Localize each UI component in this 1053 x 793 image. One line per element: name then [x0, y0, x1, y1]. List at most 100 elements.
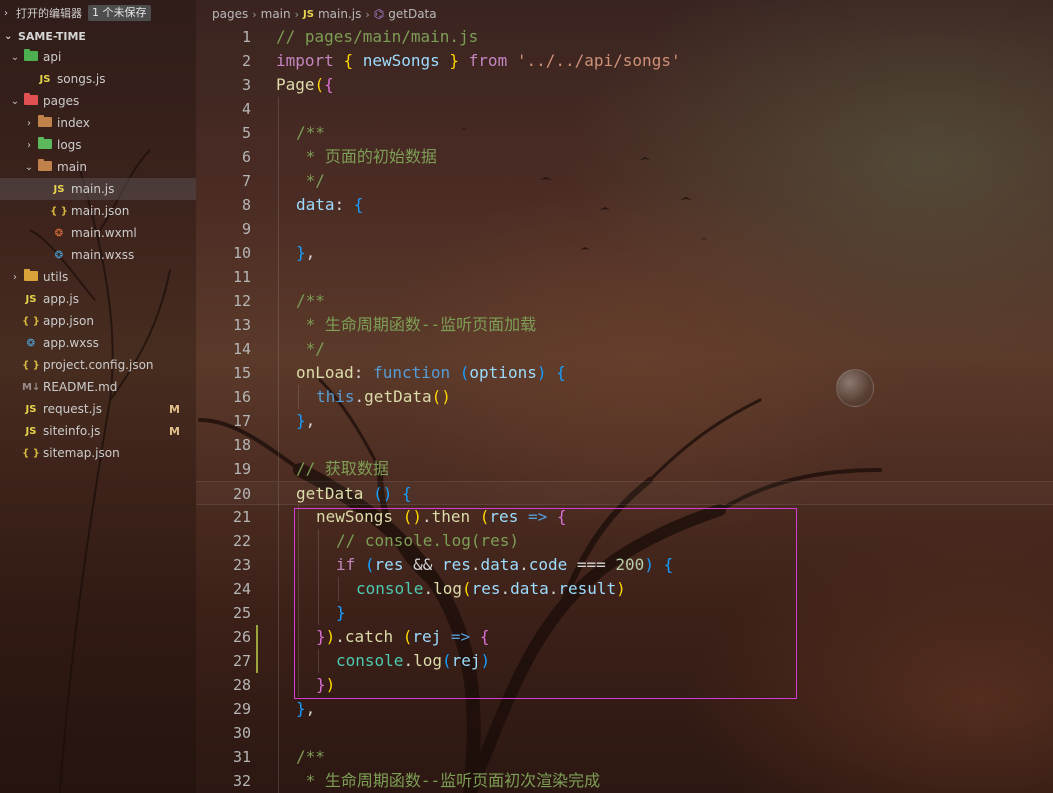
file-tree-item[interactable]: › utils	[0, 266, 196, 288]
chevron-right-icon: ›	[252, 7, 257, 21]
code-line[interactable]: 6 * 页面的初始数据	[196, 145, 1053, 169]
breadcrumb-item-pages[interactable]: pages	[212, 7, 248, 21]
code-token: ===	[567, 555, 616, 574]
code-line[interactable]: 21 newSongs ().then (res => {	[196, 505, 1053, 529]
code-token: .	[548, 579, 559, 598]
breadcrumb-item-file[interactable]: main.js	[318, 7, 361, 21]
code-token: }	[296, 699, 306, 718]
code-line[interactable]: 23 if (res && res.data.code === 200) {	[196, 553, 1053, 577]
indent-guide	[278, 97, 279, 121]
code-line[interactable]: 24 console.log(res.data.result)	[196, 577, 1053, 601]
line-number: 11	[232, 268, 251, 286]
file-tree-item[interactable]: ⌄ api	[0, 46, 196, 68]
code-line[interactable]: 5 /**	[196, 121, 1053, 145]
code-line[interactable]: 8 data: {	[196, 193, 1053, 217]
code-line[interactable]: 9	[196, 217, 1053, 241]
code-line[interactable]: 30	[196, 721, 1053, 745]
code-token: :	[334, 195, 354, 214]
file-tree-item[interactable]: ❂ main.wxml	[0, 222, 196, 244]
file-tree-item[interactable]: { } app.json	[0, 310, 196, 332]
code-text: },	[296, 241, 315, 265]
file-tree-label: app.wxss	[43, 336, 99, 350]
code-token: (	[441, 651, 452, 670]
file-tree-item[interactable]: ❂ main.wxss	[0, 244, 196, 266]
code-line[interactable]: 13 * 生命周期函数--监听页面加载	[196, 313, 1053, 337]
code-token: * 生命周期函数--监听页面加载	[296, 315, 537, 334]
code-line[interactable]: 22 // console.log(res)	[196, 529, 1053, 553]
code-line[interactable]: 4	[196, 97, 1053, 121]
breadcrumb-item-symbol[interactable]: getData	[388, 7, 436, 21]
file-tree-item[interactable]: { } project.config.json	[0, 354, 196, 376]
project-root-header[interactable]: ⌄ SAME-TIME	[0, 26, 196, 46]
code-line[interactable]: 12 /**	[196, 289, 1053, 313]
file-tree-label: README.md	[43, 380, 118, 394]
code-token: options	[469, 363, 537, 382]
code-line[interactable]: 27 console.log(rej)	[196, 649, 1053, 673]
indent-guide	[278, 625, 279, 649]
indent-guide	[278, 673, 279, 697]
code-token: /**	[296, 123, 325, 142]
code-token: (	[461, 579, 472, 598]
file-tree-item[interactable]: ⌄ main	[0, 156, 196, 178]
code-token: log	[413, 651, 442, 670]
code-token: ()	[431, 387, 451, 406]
code-line[interactable]: 19 // 获取数据	[196, 457, 1053, 481]
file-tree-item[interactable]: JS songs.js	[0, 68, 196, 90]
open-editors-header[interactable]: › 打开的编辑器 1 个未保存	[0, 0, 196, 26]
explorer-sidebar: › 打开的编辑器 1 个未保存 ⌄ SAME-TIME ⌄ api JS songs.…	[0, 0, 196, 793]
code-line[interactable]: 1 // pages/main/main.js	[196, 25, 1053, 49]
file-tree-item[interactable]: JS app.js	[0, 288, 196, 310]
file-tree-item[interactable]: { } main.json	[0, 200, 196, 222]
code-token: newSongs	[362, 51, 440, 70]
code-line[interactable]: 31 /**	[196, 745, 1053, 769]
file-tree-item[interactable]: ⌄ pages	[0, 90, 196, 112]
indent-guide	[278, 769, 279, 793]
code-line[interactable]: 3 Page({	[196, 73, 1053, 97]
code-line[interactable]: 15 onLoad: function (options) {	[196, 361, 1053, 385]
chevron-down-icon: ⌄	[24, 161, 34, 173]
code-line[interactable]: 28})	[196, 673, 1053, 697]
file-tree-label: pages	[43, 94, 80, 108]
code-line[interactable]: 16 this.getData()	[196, 385, 1053, 409]
code-line[interactable]: 17},	[196, 409, 1053, 433]
code-line[interactable]: 11	[196, 265, 1053, 289]
code-line[interactable]: 20 getData () {	[196, 481, 1053, 506]
file-tree-item[interactable]: ❂ app.wxss	[0, 332, 196, 354]
indent-guide	[298, 649, 299, 673]
code-token: function	[373, 363, 451, 382]
indent-guide	[278, 337, 279, 361]
code-line[interactable]: 32 * 生命周期函数--监听页面初次渲染完成	[196, 769, 1053, 793]
js-file-icon: JS	[39, 73, 51, 85]
file-tree-item[interactable]: JS request.js M	[0, 398, 196, 420]
code-token: {	[343, 51, 363, 70]
code-line[interactable]: 18	[196, 433, 1053, 457]
code-lines[interactable]: 1 // pages/main/main.js 2 import { newSongs…	[196, 25, 1053, 793]
code-line[interactable]: 7 */	[196, 169, 1053, 193]
line-number: 7	[241, 172, 251, 190]
code-line[interactable]: 2 import { newSongs } from '../../api/son…	[196, 49, 1053, 73]
file-tree-item[interactable]: M↓ README.md	[0, 376, 196, 398]
code-token: Page	[276, 75, 315, 94]
code-text: console.log(res.data.result)	[356, 577, 626, 601]
file-tree-item[interactable]: JS siteinfo.js M	[0, 420, 196, 442]
code-line[interactable]: 25}	[196, 601, 1053, 625]
code-token: // console.log(res)	[336, 531, 520, 550]
code-line[interactable]: 29},	[196, 697, 1053, 721]
file-tree-item[interactable]: › logs	[0, 134, 196, 156]
code-token: }	[336, 603, 346, 622]
breadcrumb-item-main[interactable]: main	[261, 7, 291, 21]
code-line[interactable]: 10},	[196, 241, 1053, 265]
code-line[interactable]: 14 */	[196, 337, 1053, 361]
code-token: newSongs	[316, 507, 394, 526]
code-editor[interactable]: pages › main › JS main.js › ⌬ getData 1 /…	[196, 0, 1053, 793]
code-token: /**	[296, 747, 325, 766]
file-tree-item[interactable]: › index	[0, 112, 196, 134]
code-line[interactable]: 26}).catch (rej => {	[196, 625, 1053, 649]
file-tree-item[interactable]: { } sitemap.json	[0, 442, 196, 464]
file-tree-item[interactable]: JS main.js	[0, 178, 196, 200]
code-token: * 页面的初始数据	[296, 147, 437, 166]
